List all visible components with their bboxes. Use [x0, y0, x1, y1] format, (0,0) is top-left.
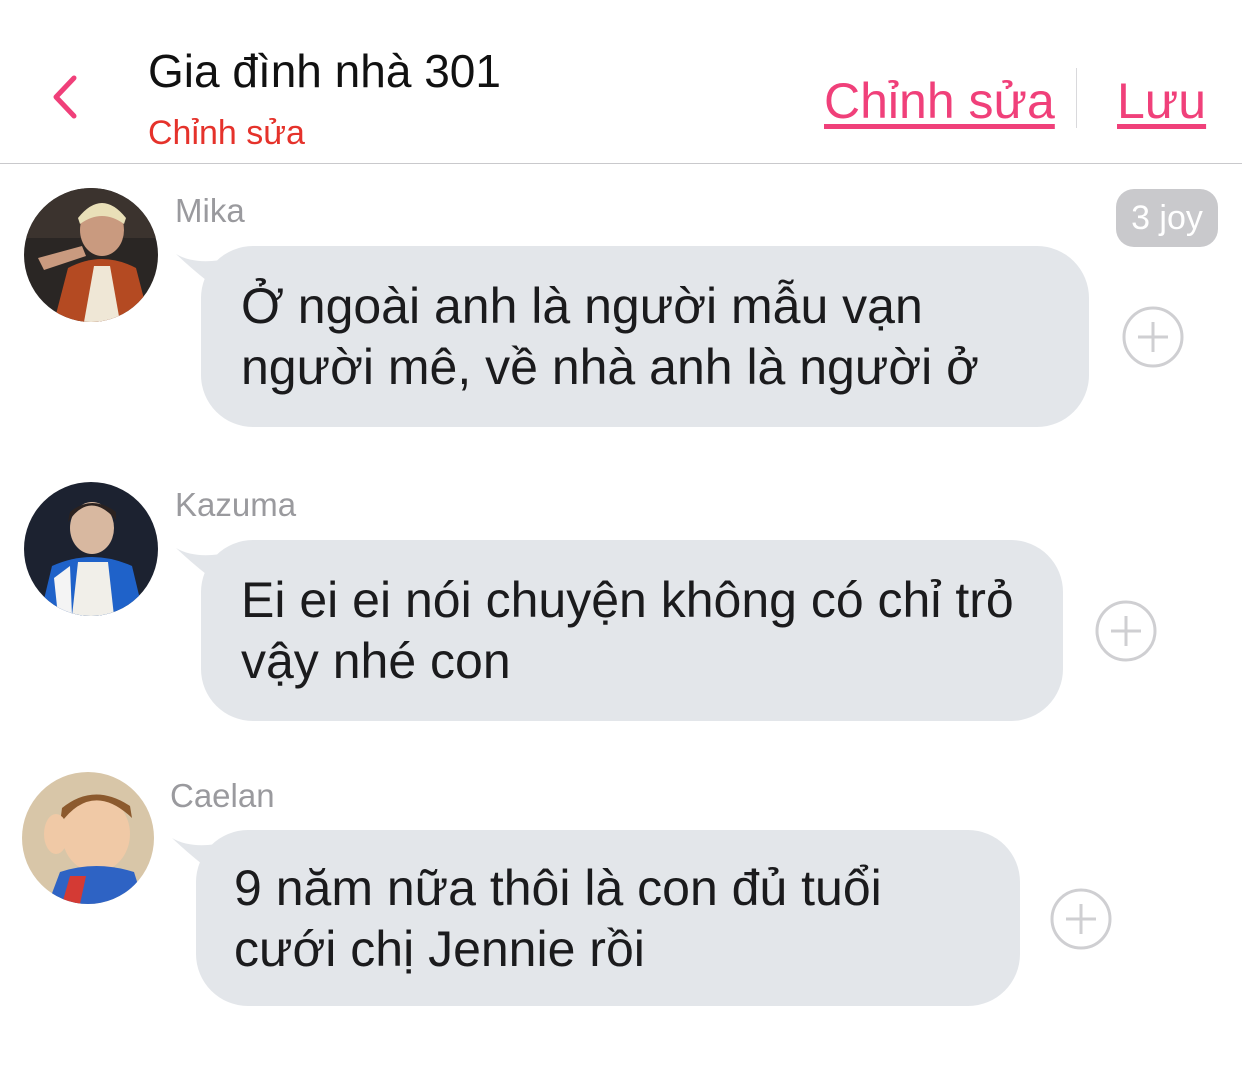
joy-count-badge: 3 joy: [1116, 189, 1218, 247]
message-bubble[interactable]: Ei ei ei nói chuyện không có chỉ trỏ vậy…: [201, 540, 1063, 721]
message-text: 9 năm nữa thôi là con đủ tuổi cưới chị J…: [234, 860, 882, 977]
page-title: Gia đình nhà 301: [148, 45, 501, 97]
sender-name: Caelan: [170, 777, 275, 814]
sender-name: Mika: [175, 192, 245, 229]
avatar[interactable]: [22, 772, 154, 904]
edit-button[interactable]: Chỉnh sửa: [824, 72, 1055, 130]
message-text: Ở ngoài anh là người mẫu vạn người mê, v…: [241, 278, 979, 395]
save-button[interactable]: Lưu: [1117, 72, 1206, 130]
page-subtitle: Chỉnh sửa: [148, 114, 305, 152]
add-reaction-icon[interactable]: [1050, 888, 1112, 950]
back-button[interactable]: [44, 68, 92, 128]
header-divider: [1076, 68, 1077, 128]
add-reaction-icon[interactable]: [1095, 600, 1157, 662]
chevron-left-icon: [53, 75, 77, 119]
message-text: Ei ei ei nói chuyện không có chỉ trỏ vậy…: [241, 572, 1014, 689]
avatar[interactable]: [24, 482, 158, 616]
message-bubble[interactable]: Ở ngoài anh là người mẫu vạn người mê, v…: [201, 246, 1089, 427]
chat-header: Gia đình nhà 301 Chỉnh sửa Chỉnh sửa Lưu: [0, 0, 1242, 164]
message-bubble[interactable]: 9 năm nữa thôi là con đủ tuổi cưới chị J…: [196, 830, 1020, 1006]
add-reaction-icon[interactable]: [1122, 306, 1184, 368]
sender-name: Kazuma: [175, 486, 297, 523]
avatar[interactable]: [24, 188, 158, 322]
